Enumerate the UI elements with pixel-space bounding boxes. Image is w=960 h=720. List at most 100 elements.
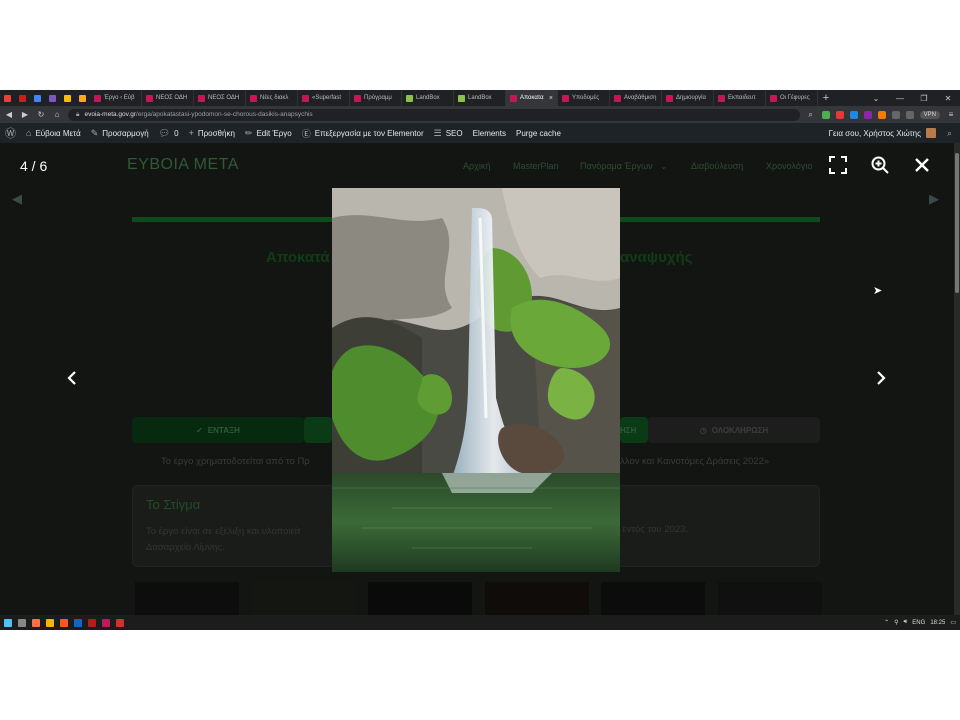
step-completion-label: ΟΛΟΚΛΗΡΩΣΗ [711,425,769,435]
tab-label: Νέες διακλ [260,95,289,101]
lightbox-next-icon[interactable] [875,370,887,386]
tab-favicon-icon [718,94,725,102]
puzzle-icon[interactable] [891,110,900,119]
pinned-tab[interactable] [0,90,15,106]
taskbar-app-icon[interactable] [88,618,96,627]
pinned-tab[interactable] [30,90,45,106]
browser-tab[interactable]: «Superfast [298,90,350,106]
url-field[interactable]: 🔒︎ evoia-meta.gov.gr/erga/apokatastasi-y… [68,108,800,121]
page-next-icon[interactable]: ▶ [929,191,939,207]
browser-tab[interactable]: Πρόγραμμ [350,90,402,106]
menu-item-consultation[interactable]: Διαβούλευση [691,161,743,171]
windows-start-icon[interactable] [4,618,12,627]
system-tray: ⌃ ⚲ 🔊︎ ENG 18:25 ▭ [884,619,956,626]
browser-tab[interactable]: Νέες διακλ [246,90,298,106]
gallery-thumbnail[interactable] [368,582,472,615]
taskbar-app-icon[interactable] [116,618,124,627]
browser-tab[interactable]: Εκπαιδευτ [714,90,766,106]
chevron-up-icon[interactable]: ⌃ [884,619,889,626]
wp-elements[interactable]: Elements [473,129,506,138]
clock[interactable]: 18:25 [930,620,945,626]
browser-tab[interactable]: ΝΕΟΣ ΟΔΗ [142,90,194,106]
notification-icon[interactable]: ▭ [950,619,956,626]
taskbar-app-icon[interactable] [102,618,110,627]
tab-search-icon[interactable]: ⌄ [864,94,888,103]
tab-label: Δημιουργία [676,95,706,101]
browser-tab[interactable]: ΝΕΟΣ ΟΔΗ [194,90,246,106]
wp-purge-cache[interactable]: Purge cache [516,129,561,138]
extension-icon[interactable] [821,110,830,119]
pinned-tab[interactable] [60,90,75,106]
wp-add-new[interactable]: + Προσθήκη [189,128,235,138]
tab-active[interactable]: Αποκατα × [506,90,558,106]
browser-tab[interactable]: Αναβάθμιση [610,90,662,106]
wordpress-logo-icon[interactable]: Ⓦ [5,125,16,141]
extension-icon[interactable] [849,110,858,119]
gallery-thumbnail[interactable] [251,582,355,615]
lightbox-image [332,188,620,572]
taskbar-app-icon[interactable] [60,618,68,627]
new-tab-button[interactable]: + [818,92,834,104]
task-view-icon[interactable] [18,618,26,627]
menu-item-timeline[interactable]: Χρονολόγιο [766,161,812,171]
gallery-thumbnail[interactable] [601,582,705,615]
language-indicator[interactable]: ENG [912,620,925,626]
browser-tab[interactable]: Οι Γέφυρες [766,90,818,106]
bookmark-icon[interactable]: ⌂ [52,110,62,119]
browser-tab[interactable]: Υποδομές [558,90,610,106]
search-page-icon[interactable]: ⌕ [806,110,816,120]
scrollbar-thumb[interactable] [955,153,959,293]
browser-tab[interactable]: Έργο ‹ Εύβ [90,90,142,106]
gallery-thumbnail[interactable]: ‹ [135,582,239,615]
menu-item-home[interactable]: Αρχική [463,161,490,171]
download-icon[interactable] [905,110,914,119]
page-prev-icon[interactable]: ◀ [12,191,22,207]
site-logo[interactable]: ΕΥΒΟΙΑ ΜΕΤΑ [127,156,239,174]
lightbox-counter: 4 / 6 [20,158,48,174]
tab-close-icon[interactable]: × [549,95,553,102]
pinned-tab[interactable] [15,90,30,106]
browser-tab[interactable]: Δημιουργία [662,90,714,106]
zoom-in-icon[interactable] [871,156,889,174]
lightbox-prev-icon[interactable] [66,370,78,386]
card-line: Το έργο είναι σε εξέλιξη και υλοποιείτ [146,526,301,537]
wp-seo[interactable]: ☰ SEO [434,128,463,139]
pinned-tab[interactable] [45,90,60,106]
menu-item-masterplan[interactable]: MasterPlan [513,161,559,171]
search-icon[interactable]: ⌕ [947,128,952,139]
vpn-badge[interactable]: VPN [919,110,940,119]
network-icon[interactable]: ⚲ [894,619,898,626]
wp-account[interactable]: Γεια σου, Χρήστος Χιώτης ⌕ [829,128,960,139]
gallery-thumbnail[interactable]: › [718,582,822,615]
extension-icon[interactable] [863,110,872,119]
wp-elementor[interactable]: Ⓔ Επεξεργασία με τον Elementor [302,127,424,140]
gallery-thumbnail[interactable] [485,582,589,615]
url-path: /erga/apokatastasi-ypodomon-se-chorous-d… [136,111,313,118]
maximize-icon[interactable]: ❐ [912,94,936,103]
taskbar-app-icon[interactable] [46,618,54,627]
menu-icon[interactable]: ≡ [946,110,956,119]
pinned-tab[interactable] [75,90,90,106]
volume-icon[interactable]: 🔊︎ [904,619,908,626]
extension-icon[interactable] [877,110,886,119]
back-icon[interactable]: ◀ [4,110,14,119]
minimize-icon[interactable]: — [888,94,912,103]
page-scrollbar[interactable] [954,143,960,615]
tab-favicon-icon [302,94,309,102]
extension-icon[interactable] [835,110,844,119]
wp-site-name[interactable]: ⌂ Εύβοια Μετά [26,128,81,138]
menu-item-panorama[interactable]: Πανόραμα Έργων [580,161,653,171]
fullscreen-icon[interactable] [829,156,847,174]
wp-customize[interactable]: ✎ Προσαρμογή [91,128,149,139]
browser-tab[interactable]: LandBox [454,90,506,106]
forward-icon[interactable]: ▶ [20,110,30,119]
browser-tab[interactable]: LandBox [402,90,454,106]
reload-icon[interactable]: ↻ [36,110,46,119]
taskbar-app-icon[interactable] [32,618,40,627]
wp-comments[interactable]: 💬︎ 0 [159,128,179,139]
close-window-icon[interactable]: ✕ [936,94,960,103]
close-icon[interactable] [914,157,930,173]
pencil-icon: ✏︎ [244,127,253,138]
wp-edit[interactable]: ✏︎ Edit Έργο [245,128,292,139]
taskbar-app-icon[interactable] [74,618,82,627]
